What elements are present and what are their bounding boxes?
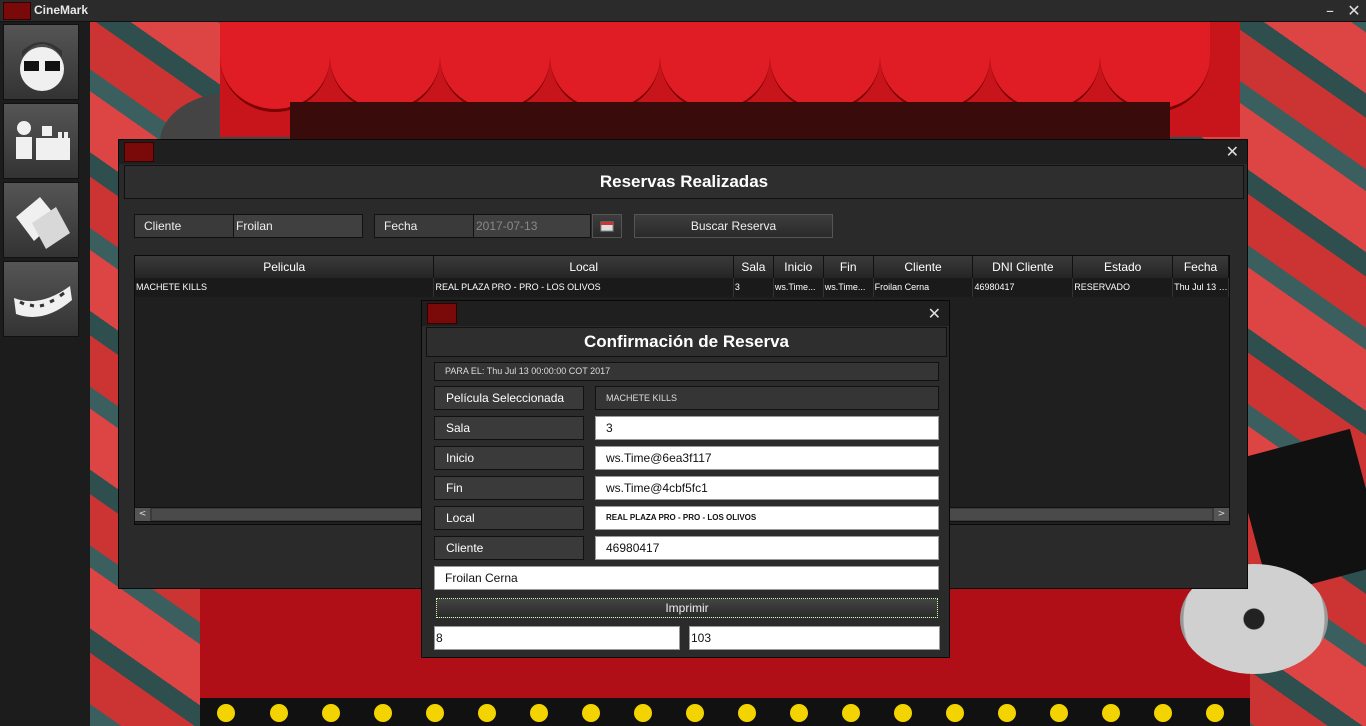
column-header[interactable]: DNI Cliente	[973, 256, 1074, 278]
pelicula-label: Película Seleccionada	[434, 386, 584, 410]
window-logo-icon	[124, 142, 154, 162]
local-field[interactable]: REAL PLAZA PRO - PRO - LOS OLIVOS	[595, 506, 939, 530]
table-cell: 3	[734, 278, 774, 297]
table-cell: Thu Jul 13 0...	[1173, 278, 1229, 297]
table-cell: REAL PLAZA PRO - PRO - LOS OLIVOS	[434, 278, 734, 297]
calendar-button[interactable]	[592, 214, 622, 238]
fecha-input[interactable]: 2017-07-13	[473, 214, 591, 238]
dialog-logo-icon	[427, 303, 457, 324]
reservation-date: PARA EL: Thu Jul 13 00:00:00 COT 2017	[434, 362, 939, 381]
cliente-input[interactable]: Froilan	[233, 214, 363, 238]
table-row[interactable]: MACHETE KILLS REAL PLAZA PRO - PRO - LOS…	[135, 278, 1229, 297]
fin-label: Fin	[434, 476, 584, 500]
sala-field[interactable]: 3	[595, 416, 939, 440]
sidebar-item-users[interactable]	[3, 24, 79, 100]
user-glasses-icon	[20, 42, 64, 91]
close-app-button[interactable]: ✕	[1344, 1, 1364, 21]
dialog-title: Confirmación de Reserva	[426, 327, 947, 357]
client-name-field[interactable]: Froilan Cerna	[434, 566, 939, 590]
column-header[interactable]: Local	[434, 256, 734, 278]
table-cell: MACHETE KILLS	[135, 278, 435, 297]
marquee-lights	[200, 698, 1250, 726]
column-header[interactable]: Sala	[733, 256, 774, 278]
column-header[interactable]: Fecha	[1173, 256, 1229, 278]
confirmation-dialog: ✕ Confirmación de Reserva PARA EL: Thu J…	[421, 300, 950, 658]
fin-field[interactable]: ws.Time@4cbf5fc1	[595, 476, 939, 500]
table-cell: RESERVADO	[1073, 278, 1174, 297]
pelicula-value: MACHETE KILLS	[595, 386, 939, 410]
cliente-label: Cliente	[434, 536, 584, 560]
column-header[interactable]: Inicio	[773, 256, 824, 278]
cinemark-logo-icon	[3, 2, 31, 20]
sidebar-item-movies[interactable]	[3, 261, 79, 337]
page-title: Reservas Realizadas	[124, 165, 1244, 199]
app-title: CineMark	[34, 3, 89, 17]
inicio-label: Inicio	[434, 446, 584, 470]
close-dialog-button[interactable]: ✕	[928, 304, 941, 323]
inicio-field[interactable]: ws.Time@6ea3f117	[595, 446, 939, 470]
fecha-label: Fecha	[374, 214, 474, 238]
column-header[interactable]: Pelicula	[135, 256, 435, 278]
window-titlebar: ✕	[119, 140, 1247, 164]
cliente-dni-field[interactable]: 46980417	[595, 536, 939, 560]
column-header[interactable]: Fin	[823, 256, 874, 278]
sidebar-item-tickets[interactable]	[3, 182, 79, 258]
table-cell: Froilan Cerna	[874, 278, 974, 297]
scroll-right-button[interactable]: >	[1214, 508, 1229, 521]
cliente-label: Cliente	[134, 214, 234, 238]
scroll-left-button[interactable]: <	[135, 508, 150, 521]
calendar-icon	[600, 221, 614, 232]
table-cell: ws.Time...	[774, 278, 824, 297]
sidebar	[0, 22, 90, 726]
cashier-icon	[16, 121, 70, 160]
minimize-button[interactable]: –	[1320, 1, 1340, 21]
close-window-button[interactable]: ✕	[1226, 142, 1239, 161]
print-button[interactable]: Imprimir	[436, 598, 938, 618]
sidebar-item-cashier[interactable]	[3, 103, 79, 179]
app-titlebar: CineMark – ✕	[0, 0, 1366, 22]
extra-field-right[interactable]: 103	[689, 626, 940, 650]
dialog-titlebar: ✕	[422, 301, 949, 326]
tickets-icon	[16, 197, 70, 249]
table-cell: ws.Time...	[824, 278, 874, 297]
table-header: Pelicula Local Sala Inicio Fin Cliente D…	[135, 256, 1229, 278]
table-cell: 46980417	[973, 278, 1074, 297]
film-strip-icon	[14, 286, 72, 317]
column-header[interactable]: Cliente	[873, 256, 974, 278]
sala-label: Sala	[434, 416, 584, 440]
extra-field-left[interactable]: 8	[434, 626, 680, 650]
column-header[interactable]: Estado	[1073, 256, 1174, 278]
search-reservation-button[interactable]: Buscar Reserva	[634, 214, 833, 238]
local-label: Local	[434, 506, 584, 530]
